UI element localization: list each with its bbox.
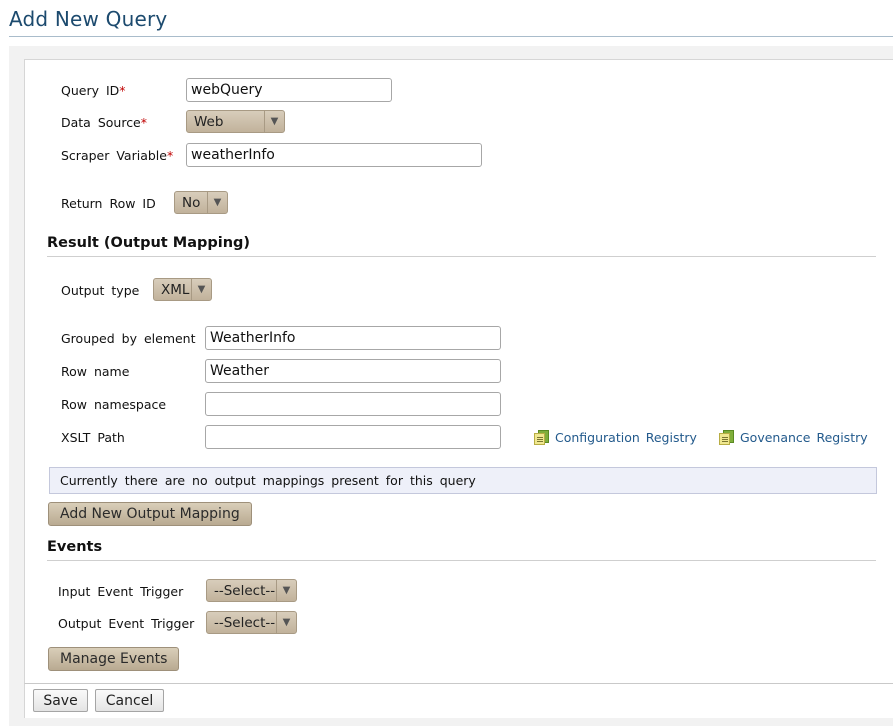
required-mark: *	[119, 83, 126, 98]
registry-browse-icon	[534, 430, 550, 445]
add-output-mapping-button[interactable]: Add New Output Mapping	[48, 502, 252, 526]
save-button[interactable]: Save	[33, 689, 88, 712]
output-type-selected-value: XML	[161, 281, 190, 298]
chevron-down-icon: ▼	[264, 111, 284, 132]
grouped-by-element-input[interactable]	[205, 326, 501, 350]
title-divider	[9, 36, 893, 37]
events-section-divider	[47, 560, 876, 561]
row-name-label: Row name	[61, 364, 130, 379]
registry-browse-icon	[719, 430, 735, 445]
input-event-trigger-select[interactable]: --Select-- ▼	[206, 579, 297, 602]
output-event-trigger-label: Output Event Trigger	[58, 616, 195, 631]
return-row-id-select[interactable]: No ▼	[174, 191, 228, 214]
row-namespace-label: Row namespace	[61, 397, 167, 412]
chevron-down-icon: ▼	[276, 580, 296, 601]
result-section-heading: Result (Output Mapping)	[47, 235, 251, 251]
events-section-heading: Events	[47, 539, 103, 555]
return-row-id-label: Return Row ID	[61, 196, 156, 211]
output-event-trigger-selected-value: --Select--	[214, 614, 276, 631]
governance-registry-label: Govenance Registry	[740, 430, 868, 445]
xslt-path-label: XSLT Path	[61, 430, 125, 445]
output-event-trigger-select[interactable]: --Select-- ▼	[206, 611, 297, 634]
input-event-trigger-selected-value: --Select--	[214, 582, 276, 599]
row-namespace-input[interactable]	[205, 392, 501, 416]
configuration-registry-label: Configuration Registry	[555, 430, 697, 445]
scraper-variable-label: Scraper Variable*	[61, 148, 174, 163]
required-mark: *	[166, 148, 174, 163]
data-source-select[interactable]: Web ▼	[186, 110, 285, 133]
no-output-mappings-message: Currently there are no output mappings p…	[49, 467, 877, 494]
chevron-down-icon: ▼	[207, 192, 227, 213]
output-type-select[interactable]: XML ▼	[153, 278, 212, 301]
return-row-id-selected-value: No	[182, 194, 201, 211]
chevron-down-icon: ▼	[191, 279, 211, 300]
chevron-down-icon: ▼	[276, 612, 296, 633]
scraper-variable-input[interactable]	[186, 143, 482, 167]
result-section-divider	[47, 256, 876, 257]
data-source-selected-value: Web	[194, 113, 224, 130]
configuration-registry-link[interactable]: Configuration Registry	[534, 430, 697, 445]
query-id-input[interactable]	[186, 78, 392, 102]
xslt-path-input[interactable]	[205, 425, 501, 449]
row-name-input[interactable]	[205, 359, 501, 383]
output-type-label: Output type	[61, 283, 140, 298]
data-source-label: Data Source*	[61, 115, 148, 130]
query-id-label: Query ID*	[61, 83, 126, 98]
required-mark: *	[140, 115, 148, 130]
manage-events-button[interactable]: Manage Events	[48, 647, 180, 671]
grouped-by-element-label: Grouped by element	[61, 331, 196, 346]
governance-registry-link[interactable]: Govenance Registry	[719, 430, 868, 445]
input-event-trigger-label: Input Event Trigger	[58, 584, 184, 599]
cancel-button[interactable]: Cancel	[95, 689, 164, 712]
page-title: Add New Query	[9, 7, 168, 31]
